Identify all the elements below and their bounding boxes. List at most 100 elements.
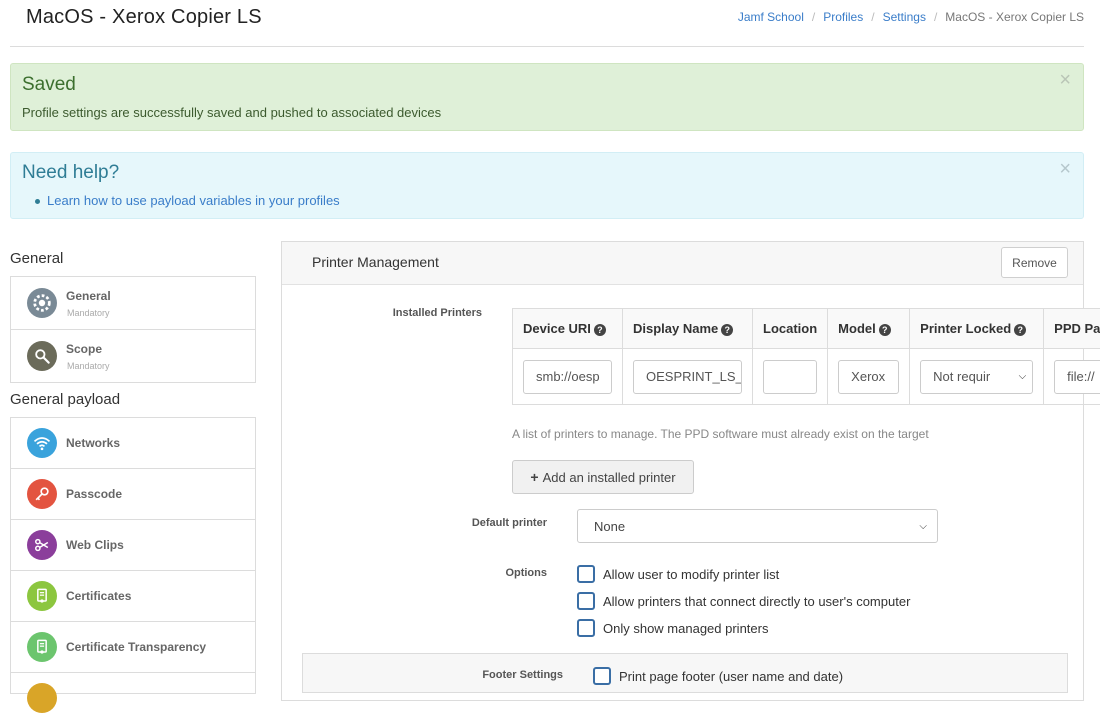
table-header-row: Device URI? Display Name? Location Model… xyxy=(513,309,1100,349)
column-header-label: Display Name xyxy=(633,321,718,336)
sidebar-item-web-clips[interactable]: Web Clips xyxy=(11,520,255,571)
option-allow-modify-printer-list[interactable]: Allow user to modify printer list xyxy=(577,565,779,583)
breadcrumb-settings[interactable]: Settings xyxy=(883,10,926,24)
cell-ppd-path: file:// xyxy=(1044,349,1100,405)
printer-locked-select[interactable]: Not requir ⌵ xyxy=(920,360,1033,394)
sidebar-item-label: Passcode xyxy=(66,487,122,501)
payload-variables-help-link[interactable]: Learn how to use payload variables in yo… xyxy=(47,193,340,208)
installed-printers-table: Device URI? Display Name? Location Model… xyxy=(512,308,1100,405)
header-divider xyxy=(10,46,1084,47)
installed-printers-help-text: A list of printers to manage. The PPD so… xyxy=(512,427,929,441)
saved-alert-message: Profile settings are successfully saved … xyxy=(22,105,441,120)
column-header-label: Printer Locked xyxy=(920,321,1011,336)
sidebar-group-general: General Mandatory Scope Mandatory xyxy=(10,276,256,383)
checkbox[interactable] xyxy=(577,592,595,610)
sidebar-item-passcode[interactable]: Passcode xyxy=(11,469,255,520)
question-icon[interactable]: ? xyxy=(721,324,733,336)
next-item-icon xyxy=(27,683,57,713)
option-allow-direct-printers[interactable]: Allow printers that connect directly to … xyxy=(577,592,910,610)
default-printer-select[interactable]: None ⌵ xyxy=(577,509,938,543)
checkbox[interactable] xyxy=(577,619,595,637)
help-alert-close-icon[interactable]: × xyxy=(1059,159,1071,179)
sidebar-item-label: Web Clips xyxy=(66,538,124,552)
breadcrumb: Jamf School / Profiles / Settings / MacO… xyxy=(738,10,1084,24)
printer-locked-value: Not requir xyxy=(933,369,990,384)
plus-icon: + xyxy=(530,469,538,485)
saved-alert-title: Saved xyxy=(22,74,76,96)
sidebar-item-next[interactable] xyxy=(11,673,255,693)
help-alert: Need help? Learn how to use payload vari… xyxy=(10,152,1084,219)
question-icon[interactable]: ? xyxy=(594,324,606,336)
sidebar-item-label: Certificate Transparency xyxy=(66,640,206,654)
question-icon[interactable]: ? xyxy=(1014,324,1026,336)
breadcrumb-separator: / xyxy=(871,10,874,24)
help-alert-list: Learn how to use payload variables in yo… xyxy=(47,193,340,208)
key-icon xyxy=(27,479,57,509)
column-header-model: Model? xyxy=(828,309,910,349)
certificate-icon xyxy=(27,581,57,611)
certificate-transparency-icon xyxy=(27,632,57,662)
model-input[interactable]: Xerox xyxy=(838,360,899,394)
panel-title: Printer Management xyxy=(312,254,439,270)
sidebar-item-scope[interactable]: Scope Mandatory xyxy=(11,330,255,382)
options-label: Options xyxy=(460,567,547,579)
sidebar-item-networks[interactable]: Networks xyxy=(11,418,255,469)
cell-device-uri: smb://oesp xyxy=(513,349,623,405)
option-label: Print page footer (user name and date) xyxy=(619,669,843,684)
saved-alert: Saved Profile settings are successfully … xyxy=(10,63,1084,131)
option-label: Allow user to modify printer list xyxy=(603,567,779,582)
option-print-page-footer[interactable]: Print page footer (user name and date) xyxy=(593,667,843,685)
saved-alert-close-icon[interactable]: × xyxy=(1059,70,1071,90)
chevron-down-icon: ⌵ xyxy=(919,521,927,532)
breadcrumb-jamf-school[interactable]: Jamf School xyxy=(738,10,804,24)
breadcrumb-separator: / xyxy=(812,10,815,24)
add-installed-printer-button[interactable]: + Add an installed printer xyxy=(512,460,694,494)
remove-button[interactable]: Remove xyxy=(1001,247,1068,278)
page-title: MacOS - Xerox Copier LS xyxy=(26,6,262,29)
footer-settings-label: Footer Settings xyxy=(440,669,563,681)
column-header-location: Location xyxy=(753,309,828,349)
table-row: smb://oesp OESPRINT_LS_ Xerox Not requir… xyxy=(513,349,1100,405)
column-header-label: Location xyxy=(763,321,817,336)
cell-display-name: OESPRINT_LS_ xyxy=(623,349,753,405)
checkbox[interactable] xyxy=(577,565,595,583)
cell-model: Xerox xyxy=(828,349,910,405)
option-only-managed-printers[interactable]: Only show managed printers xyxy=(577,619,768,637)
sidebar-item-label: Networks xyxy=(66,436,120,450)
breadcrumb-current: MacOS - Xerox Copier LS xyxy=(945,10,1084,24)
location-input[interactable] xyxy=(763,360,817,394)
gear-icon xyxy=(27,288,57,318)
checkbox[interactable] xyxy=(593,667,611,685)
sidebar-item-certificate-transparency[interactable]: Certificate Transparency xyxy=(11,622,255,673)
chevron-down-icon: ⌵ xyxy=(1019,371,1027,382)
option-label: Allow printers that connect directly to … xyxy=(603,594,910,609)
sidebar-heading-general: General xyxy=(10,250,63,267)
default-printer-label: Default printer xyxy=(430,517,547,529)
sidebar-group-payload: Networks Passcode Web Clips Certificates… xyxy=(10,417,256,694)
ppd-path-input[interactable]: file:// xyxy=(1054,360,1100,394)
sidebar-item-label: Certificates xyxy=(66,589,131,603)
sidebar-item-certificates[interactable]: Certificates xyxy=(11,571,255,622)
sidebar-item-general[interactable]: General Mandatory xyxy=(11,277,255,330)
scissors-icon xyxy=(27,530,57,560)
magnifier-icon xyxy=(27,341,57,371)
breadcrumb-separator: / xyxy=(934,10,937,24)
cell-printer-locked: Not requir ⌵ xyxy=(910,349,1044,405)
default-printer-value: None xyxy=(594,519,625,534)
column-header-device-uri: Device URI? xyxy=(513,309,623,349)
installed-printers-label: Installed Printers xyxy=(380,307,482,319)
device-uri-input[interactable]: smb://oesp xyxy=(523,360,612,394)
option-label: Only show managed printers xyxy=(603,621,768,636)
sidebar-item-sublabel: Mandatory xyxy=(67,361,110,371)
column-header-display-name: Display Name? xyxy=(623,309,753,349)
display-name-input[interactable]: OESPRINT_LS_ xyxy=(633,360,742,394)
cell-location xyxy=(753,349,828,405)
bullet-icon xyxy=(35,199,40,204)
sidebar-item-sublabel: Mandatory xyxy=(67,308,110,318)
wifi-icon xyxy=(27,428,57,458)
breadcrumb-profiles[interactable]: Profiles xyxy=(823,10,863,24)
sidebar-item-label: Scope xyxy=(66,342,102,356)
sidebar-item-label: General xyxy=(66,289,111,303)
question-icon[interactable]: ? xyxy=(879,324,891,336)
sidebar-heading-general-payload: General payload xyxy=(10,391,120,408)
